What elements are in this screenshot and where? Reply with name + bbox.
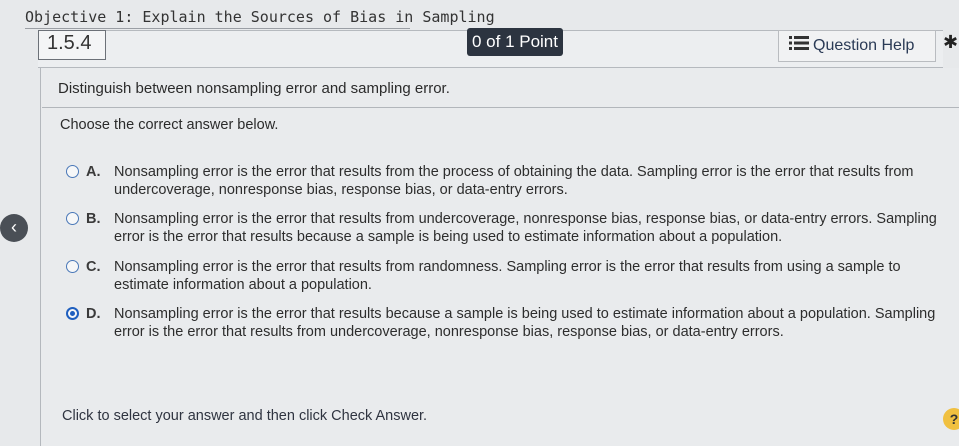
points-badge: 0 of 1 Point [467,28,563,56]
option-letter: C. [86,259,101,275]
footer-instruction: Click to select your answer and then cli… [62,408,428,424]
option-text: Nonsampling error is the error that resu… [114,259,901,293]
list-icon [789,31,813,61]
radio-button-c[interactable] [66,260,79,273]
question-mark-icon[interactable]: ? [943,408,959,430]
option-letter: A. [86,164,101,180]
radio-button-d-selected[interactable] [66,307,79,320]
option-text: Nonsampling error is the error that resu… [114,164,914,198]
option-text: Nonsampling error is the error that resu… [114,211,937,245]
option-letter: D. [86,306,101,322]
question-prompt: Distinguish between nonsampling error an… [58,80,450,97]
objective-underline [25,28,410,29]
question-number: 1.5.4 [38,30,106,60]
question-help-label: Question Help [813,37,915,55]
chevron-left-icon[interactable]: ‹ [0,214,28,242]
radio-button-a[interactable] [66,165,79,178]
objective-title: Objective 1: Explain the Sources of Bias… [25,8,495,26]
divider [42,107,959,108]
radio-button-b[interactable] [66,212,79,225]
gear-icon[interactable]: ✱ [943,32,959,56]
answer-instruction: Choose the correct answer below. [60,117,279,133]
question-help-button[interactable]: Question Help [778,30,936,62]
option-text: Nonsampling error is the error that resu… [114,306,936,340]
option-letter: B. [86,211,101,227]
